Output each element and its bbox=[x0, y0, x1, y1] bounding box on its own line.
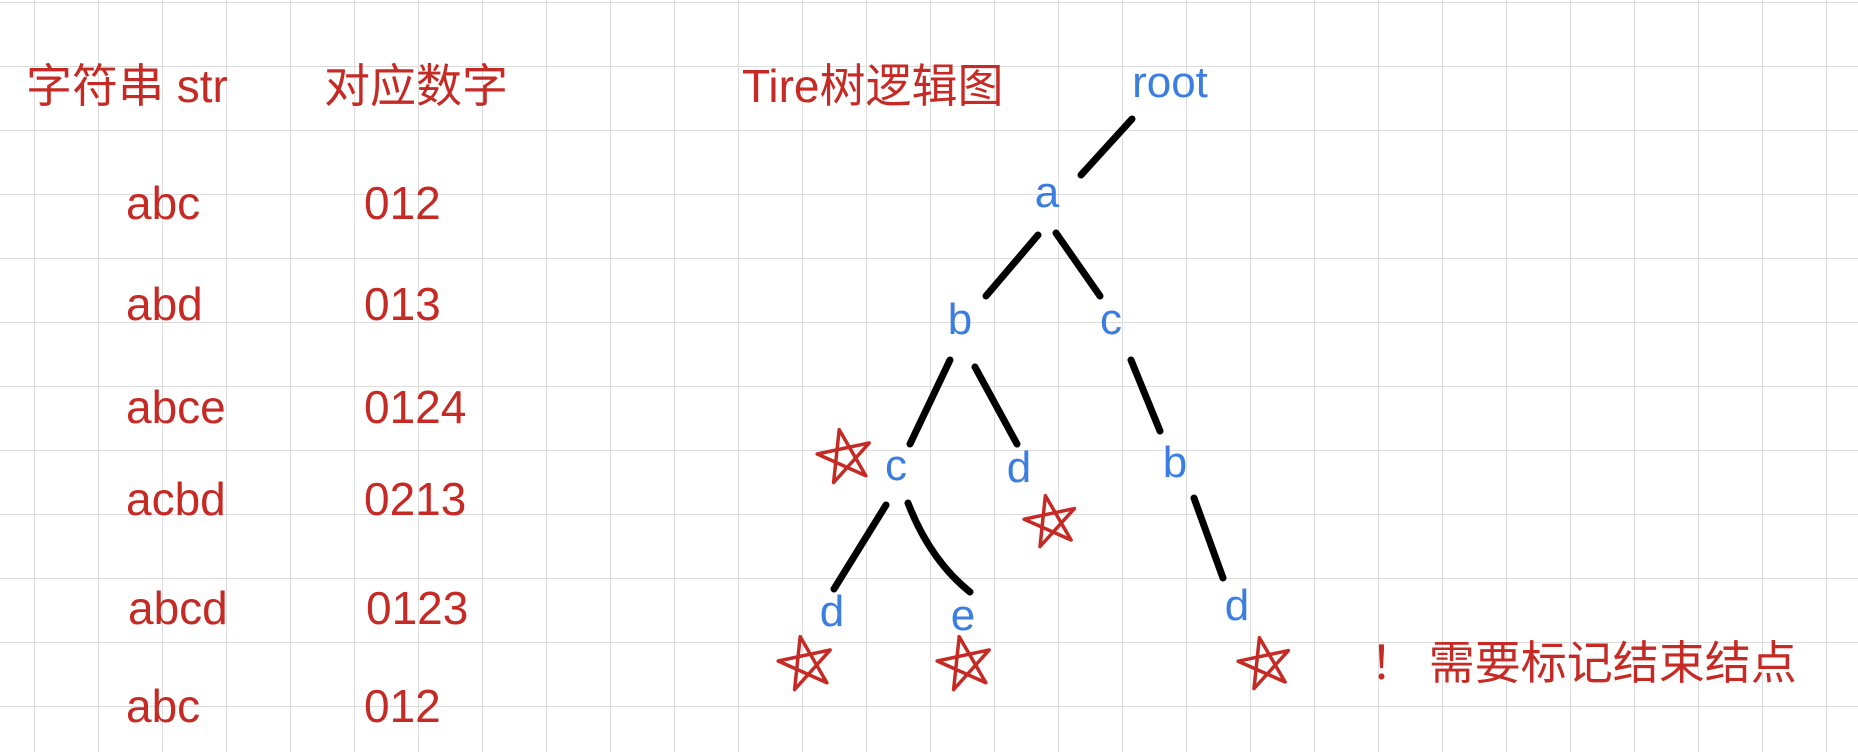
tree-node-cb: b bbox=[1162, 438, 1188, 487]
string-column-header: 字符串 str bbox=[26, 60, 228, 112]
row-string: abd bbox=[126, 278, 203, 330]
tree-node-bcd: d bbox=[819, 587, 845, 636]
tree-node-bd: d bbox=[1006, 443, 1032, 492]
tree-node-root: root bbox=[1132, 58, 1208, 107]
tree-node-bce: e bbox=[950, 591, 976, 640]
row-number: 013 bbox=[364, 278, 441, 330]
edge-c-cb bbox=[1127, 356, 1164, 435]
edge-b-bd bbox=[971, 363, 1021, 448]
star-icon bbox=[776, 634, 832, 692]
tree-title: Tire树逻辑图 bbox=[742, 60, 1004, 112]
row-number: 0213 bbox=[364, 473, 467, 525]
tree-node-b: b bbox=[947, 295, 973, 344]
row-string: abc bbox=[126, 177, 201, 229]
tree-node-c: c bbox=[1100, 295, 1122, 344]
tree-node-a: a bbox=[1034, 168, 1060, 217]
edge-a-b bbox=[982, 231, 1042, 300]
row-number: 0124 bbox=[364, 381, 467, 433]
edge-root-a bbox=[1077, 115, 1136, 179]
star-icon bbox=[935, 634, 991, 692]
edge-cb-cbd bbox=[1190, 494, 1227, 582]
row-number: 012 bbox=[364, 177, 441, 229]
row-number: 012 bbox=[364, 680, 441, 732]
star-icon bbox=[815, 427, 871, 485]
tree-node-bc: c bbox=[885, 441, 907, 490]
row-string: abcd bbox=[128, 582, 228, 634]
edge-a-c bbox=[1052, 229, 1104, 300]
tree-node-cbd: d bbox=[1224, 581, 1250, 630]
star-icon bbox=[1236, 635, 1291, 691]
edge-bc-bcd bbox=[830, 501, 890, 593]
star-icon bbox=[1022, 493, 1077, 549]
edge-b-bc bbox=[906, 356, 954, 448]
number-column-header: 对应数字 bbox=[324, 60, 508, 112]
edge-bc-bce bbox=[904, 499, 974, 596]
row-string: acbd bbox=[126, 473, 226, 525]
row-string: abc bbox=[126, 680, 201, 732]
row-string: abce bbox=[126, 381, 226, 433]
end-node-note: ！ 需要标记结束结点 bbox=[1370, 637, 1797, 689]
row-number: 0123 bbox=[366, 582, 469, 634]
